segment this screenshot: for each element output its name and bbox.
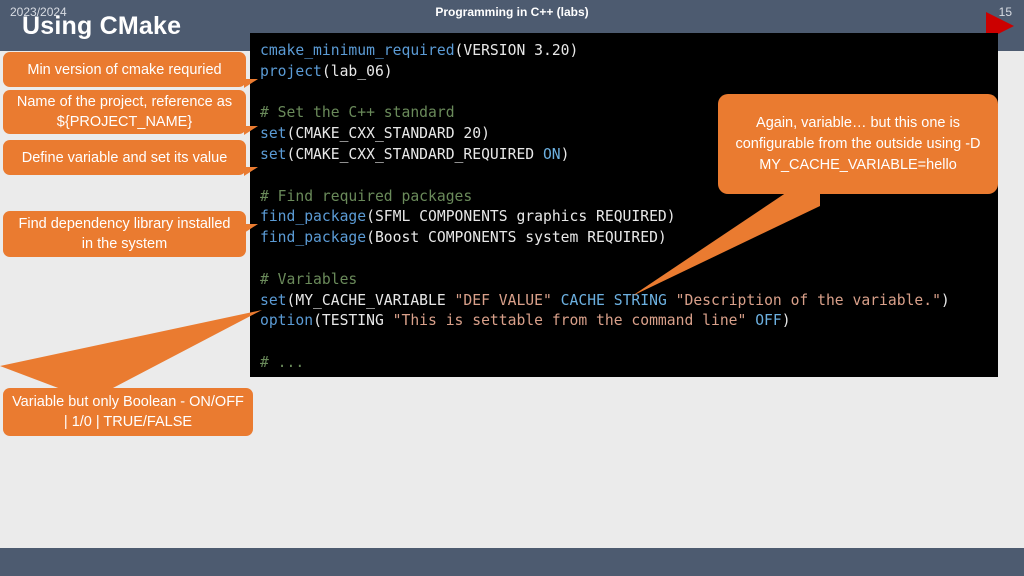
code-token: (CMAKE_CXX_STANDARD_REQUIRED: [286, 145, 543, 163]
code-token: (VERSION 3.20): [454, 42, 579, 59]
callout-project-name: Name of the project, reference as ${PROJ…: [3, 90, 246, 134]
code-line: option(TESTING "This is settable from th…: [260, 311, 998, 332]
callout-find-dependency: Find dependency library installed in the…: [3, 211, 246, 257]
slide-footer-band: [0, 548, 1024, 576]
code-token: "This is settable from the command line": [392, 312, 747, 330]
code-token: set: [260, 125, 287, 143]
find-dependency-callout-tail: [244, 224, 258, 233]
footer-page-number: 15: [998, 5, 1012, 19]
code-token: "DEF VALUE": [454, 291, 552, 309]
code-token: (lab_06): [321, 62, 393, 80]
code-token: find_package: [260, 208, 367, 226]
code-token: cmake_minimum_required: [260, 42, 455, 59]
code-token: ): [940, 291, 950, 309]
code-line: # ...: [260, 353, 998, 374]
code-token: ): [560, 145, 570, 163]
code-token: option: [260, 312, 314, 330]
code-token: CACHE STRING: [560, 291, 667, 309]
callout-min-version: Min version of cmake requried: [3, 52, 246, 87]
code-line: find_package(SFML COMPONENTS graphics RE…: [260, 207, 998, 228]
callout-cache-variable: Again, variable… but this one is configu…: [718, 94, 998, 194]
code-token: (MY_CACHE_VARIABLE: [286, 291, 455, 309]
code-token: find_package: [260, 229, 367, 247]
code-token: # Find required packages: [260, 187, 473, 205]
code-token: (Boost COMPONENTS system REQUIRED): [366, 229, 667, 247]
footer-course-title: Programming in C++ (labs): [435, 5, 589, 19]
code-token: project: [260, 62, 322, 80]
code-token: # ...: [260, 353, 305, 371]
define-variable-callout-tail: [244, 167, 258, 176]
callout-cache-variable-label: Again, variable… but this one is configu…: [735, 114, 981, 173]
code-token: OFF: [755, 312, 782, 330]
code-token: (CMAKE_CXX_STANDARD 20): [286, 125, 490, 143]
code-block: cmake_minimum_required(VERSION 3.20) proj…: [250, 33, 998, 377]
callout-project-name-label: Name of the project, reference as ${PROJ…: [16, 94, 233, 130]
min-version-callout-tail: [244, 79, 258, 88]
code-token: # Set the C++ standard: [260, 104, 455, 122]
slide: Using CMake cmake_minimum_required(VERSI…: [0, 0, 1024, 576]
code-token: (SFML COMPONENTS graphics REQUIRED): [366, 208, 676, 226]
callout-boolean-option: Variable but only Boolean - ON/OFF | 1/0…: [3, 388, 253, 436]
code-token: set: [260, 291, 287, 309]
code-line: project(lab_06): [260, 62, 998, 83]
callout-define-variable: Define variable and set its value: [3, 140, 246, 175]
code-token: ON: [542, 145, 561, 163]
callout-define-variable-label: Define variable and set its value: [21, 149, 228, 166]
callout-min-version-label: Min version of cmake requried: [27, 61, 222, 78]
code-line: cmake_minimum_required(VERSION 3.20): [260, 41, 998, 62]
code-line: set(MY_CACHE_VARIABLE "DEF VALUE" CACHE …: [260, 291, 998, 312]
code-line: find_package(Boost COMPONENTS system REQ…: [260, 228, 998, 249]
code-token: ): [781, 312, 791, 330]
code-token: set: [260, 145, 287, 163]
code-line: # Variables: [260, 270, 998, 291]
callout-boolean-option-label: Variable but only Boolean - ON/OFF | 1/0…: [12, 394, 244, 430]
code-token: (TESTING: [313, 312, 393, 330]
project-name-callout-tail: [244, 126, 258, 135]
code-token: "Description of the variable.": [675, 291, 941, 309]
callout-find-dependency-label: Find dependency library installed in the…: [18, 216, 231, 252]
code-token: # Variables: [260, 270, 358, 288]
